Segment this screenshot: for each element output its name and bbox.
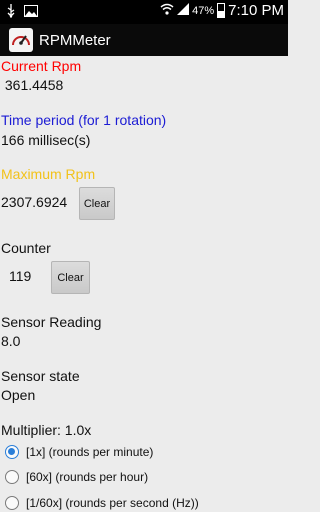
status-bar: 47% 7:10 PM [0, 0, 288, 24]
wifi-icon [160, 3, 174, 19]
radio-button[interactable] [5, 496, 19, 510]
maximum-rpm-value: 2307.6924 [1, 194, 68, 210]
radio-button-selected[interactable] [5, 445, 19, 459]
sensor-state-value: Open [1, 387, 36, 403]
counter-value: 119 [9, 268, 32, 284]
signal-icon [177, 2, 190, 19]
battery-icon [217, 3, 226, 18]
counter-label: Counter [1, 240, 51, 256]
clock: 7:10 PM [228, 2, 284, 19]
radio-label: [1x] (rounds per minute) [26, 445, 154, 459]
time-period-value: 166 millisec(s) [1, 132, 91, 148]
image-icon [24, 5, 38, 21]
battery-percent: 47% [192, 4, 215, 17]
app-title-bar: RPMMeter [0, 24, 288, 56]
multiplier-label: Multiplier: 1.0x [1, 422, 92, 438]
main-content: Current Rpm 361.4458 Time period (for 1 … [0, 56, 288, 512]
radio-1-60x-hz[interactable]: [1/60x] (rounds per second (Hz)) [5, 496, 199, 510]
maximum-rpm-label: Maximum Rpm [1, 166, 96, 182]
sensor-reading-value: 8.0 [1, 333, 21, 349]
sensor-reading-label: Sensor Reading [1, 314, 102, 330]
clear-max-rpm-button[interactable]: Clear [79, 187, 115, 220]
radio-label: [60x] (rounds per hour) [26, 470, 149, 484]
clear-counter-button[interactable]: Clear [51, 261, 90, 294]
speedometer-icon [9, 28, 33, 52]
usb-icon [6, 4, 16, 22]
radio-1x-rpm[interactable]: [1x] (rounds per minute) [5, 445, 153, 459]
sensor-state-label: Sensor state [1, 368, 80, 384]
current-rpm-label: Current Rpm [1, 58, 82, 74]
radio-label: [1/60x] (rounds per second (Hz)) [26, 496, 199, 510]
time-period-label: Time period (for 1 rotation) [1, 112, 167, 128]
current-rpm-value: 361.4458 [1, 77, 64, 93]
radio-button[interactable] [5, 470, 19, 484]
app-title: RPMMeter [39, 31, 111, 49]
radio-60x-rph[interactable]: [60x] (rounds per hour) [5, 470, 148, 484]
